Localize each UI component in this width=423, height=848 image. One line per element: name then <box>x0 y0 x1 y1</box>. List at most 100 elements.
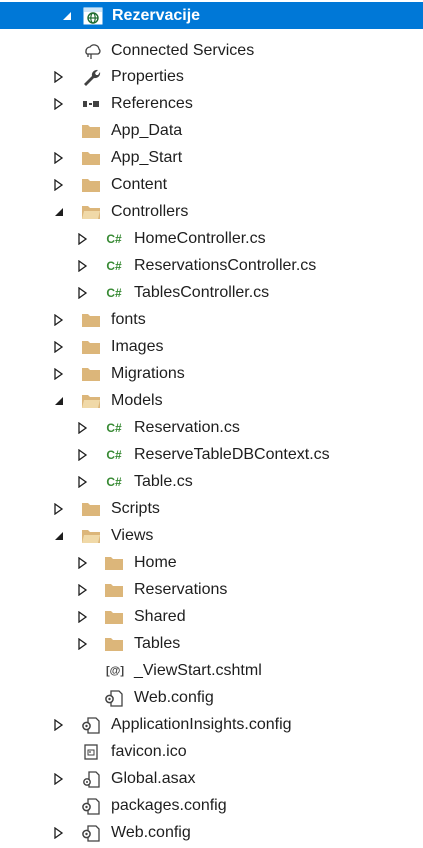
tree-item-label: favicon.ico <box>111 743 187 760</box>
expand-arrow-icon[interactable] <box>52 178 66 192</box>
tree-item-label: fonts <box>111 311 146 328</box>
tree-item-views-tables[interactable]: Tables <box>0 630 423 657</box>
csharp-file-icon: C# <box>106 285 122 300</box>
config-file-icon <box>80 796 102 816</box>
tree-item-label: App_Start <box>111 149 183 166</box>
tree-item-label: Models <box>111 392 163 409</box>
folder-icon <box>80 499 102 519</box>
tree-item-label: packages.config <box>111 797 227 814</box>
tree-item-label: Global.asax <box>111 770 196 787</box>
tree-item-label: Web.config <box>134 689 214 706</box>
expand-arrow-icon[interactable] <box>52 151 66 165</box>
tree-item-tables-controller[interactable]: C# TablesController.cs <box>0 279 423 306</box>
tree-item-table-cs[interactable]: C# Table.cs <box>0 468 423 495</box>
tree-item-app-start[interactable]: App_Start <box>0 144 423 171</box>
tree-item-views-reservations[interactable]: Reservations <box>0 576 423 603</box>
tree-item-web-config[interactable]: Web.config <box>0 819 423 846</box>
expand-arrow-icon[interactable] <box>76 637 90 651</box>
config-file-icon <box>80 715 102 735</box>
tree-item-label: Tables <box>134 635 181 652</box>
tree-item-views-shared[interactable]: Shared <box>0 603 423 630</box>
tree-item-connected-services[interactable]: Connected Services <box>0 37 423 64</box>
tree-item-models[interactable]: Models <box>0 387 423 414</box>
tree-item-label: Content <box>111 176 168 193</box>
tree-item-label: Images <box>111 338 164 355</box>
tree-item-app-data[interactable]: App_Data <box>0 117 423 144</box>
solution-explorer-tree: Rezervacije Connected Services Propertie… <box>0 0 423 848</box>
expand-arrow-icon[interactable] <box>52 340 66 354</box>
expand-arrow-icon[interactable] <box>52 502 66 516</box>
tree-item-label: References <box>111 95 193 112</box>
expand-arrow-icon[interactable] <box>52 97 66 111</box>
razor-file-icon: [@] <box>105 664 125 677</box>
tree-item-reservation-cs[interactable]: C# Reservation.cs <box>0 414 423 441</box>
tree-item-viewstart[interactable]: [@] _ViewStart.cshtml <box>0 657 423 684</box>
tree-item-label: ReservationsController.cs <box>134 257 317 274</box>
collapse-arrow-icon[interactable] <box>52 205 66 219</box>
open-folder-icon <box>80 391 102 411</box>
config-file-icon <box>103 688 125 708</box>
tree-item-label: ReserveTableDBContext.cs <box>134 446 330 463</box>
tree-item-controllers[interactable]: Controllers <box>0 198 423 225</box>
expand-arrow-icon[interactable] <box>52 772 66 786</box>
tree-item-references[interactable]: References <box>0 90 423 117</box>
expand-arrow-icon[interactable] <box>76 610 90 624</box>
expand-arrow-icon[interactable] <box>76 583 90 597</box>
expand-arrow-icon[interactable] <box>76 421 90 435</box>
tree-item-label: _ViewStart.cshtml <box>134 662 262 679</box>
folder-icon <box>80 121 102 141</box>
tree-item-views-home[interactable]: Home <box>0 549 423 576</box>
project-node-rezervacije[interactable]: Rezervacije <box>0 2 423 29</box>
tree-item-app-insights[interactable]: ApplicationInsights.config <box>0 711 423 738</box>
collapse-arrow-icon[interactable] <box>52 529 66 543</box>
expand-arrow-icon[interactable] <box>52 718 66 732</box>
tree-item-packages-config[interactable]: packages.config <box>0 792 423 819</box>
expand-arrow-icon[interactable] <box>76 556 90 570</box>
tree-item-fonts[interactable]: fonts <box>0 306 423 333</box>
tree-item-views-web-config[interactable]: Web.config <box>0 684 423 711</box>
tree-item-label: Views <box>111 527 154 544</box>
tree-item-reserve-table-context[interactable]: C# ReserveTableDBContext.cs <box>0 441 423 468</box>
tree-item-label: Connected Services <box>111 42 255 59</box>
expand-arrow-icon[interactable] <box>52 70 66 84</box>
tree-item-scripts[interactable]: Scripts <box>0 495 423 522</box>
folder-icon <box>80 148 102 168</box>
collapse-arrow-icon[interactable] <box>60 9 74 23</box>
csharp-file-icon: C# <box>106 258 122 273</box>
tree-item-global-asax[interactable]: Global.asax <box>0 765 423 792</box>
tree-item-label: Controllers <box>111 203 189 220</box>
tree-item-content[interactable]: Content <box>0 171 423 198</box>
open-folder-icon <box>80 202 102 222</box>
tree-item-label: Table.cs <box>134 473 193 490</box>
collapse-arrow-icon[interactable] <box>52 394 66 408</box>
tree-item-home-controller[interactable]: C# HomeController.cs <box>0 225 423 252</box>
folder-icon <box>80 310 102 330</box>
expand-arrow-icon[interactable] <box>52 313 66 327</box>
config-file-icon <box>80 823 102 843</box>
expand-arrow-icon[interactable] <box>76 259 90 273</box>
expand-arrow-icon[interactable] <box>52 826 66 840</box>
csharp-file-icon: C# <box>106 231 122 246</box>
csharp-file-icon: C# <box>106 447 122 462</box>
csharp-file-icon: C# <box>106 474 122 489</box>
tree-item-properties[interactable]: Properties <box>0 63 423 90</box>
connected-services-icon <box>80 41 102 61</box>
expand-arrow-icon[interactable] <box>52 367 66 381</box>
tree-item-migrations[interactable]: Migrations <box>0 360 423 387</box>
tree-item-favicon[interactable]: favicon.ico <box>0 738 423 765</box>
tree-item-views[interactable]: Views <box>0 522 423 549</box>
tree-item-images[interactable]: Images <box>0 333 423 360</box>
folder-icon <box>80 337 102 357</box>
project-label: Rezervacije <box>112 7 201 24</box>
folder-icon <box>103 580 125 600</box>
references-icon <box>80 94 102 114</box>
expand-arrow-icon[interactable] <box>76 475 90 489</box>
expand-arrow-icon[interactable] <box>76 286 90 300</box>
folder-icon <box>103 553 125 573</box>
expand-arrow-icon[interactable] <box>76 448 90 462</box>
tree-item-label: Home <box>134 554 177 571</box>
tree-item-label: Reservation.cs <box>134 419 240 436</box>
expand-arrow-icon[interactable] <box>76 232 90 246</box>
open-folder-icon <box>80 526 102 546</box>
tree-item-reservations-controller[interactable]: C# ReservationsController.cs <box>0 252 423 279</box>
